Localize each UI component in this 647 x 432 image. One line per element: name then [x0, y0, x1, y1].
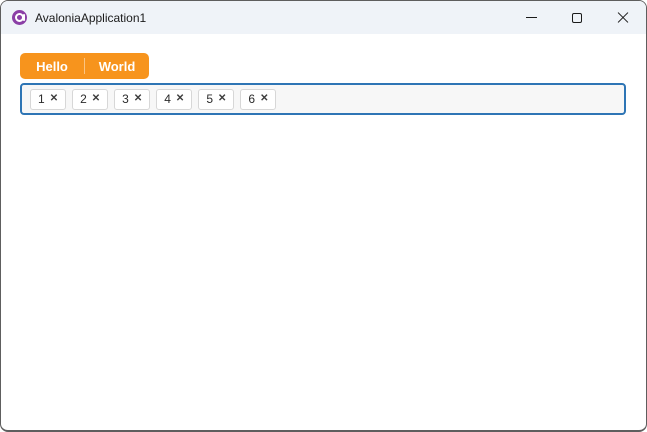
chip-remove-icon[interactable]: ✕ [218, 94, 226, 104]
tag-chip[interactable]: 5 ✕ [198, 88, 235, 110]
minimize-icon [525, 17, 537, 18]
tag-chip-label: 6 [248, 92, 256, 106]
chip-remove-icon[interactable]: ✕ [260, 94, 268, 104]
caption-buttons [508, 1, 646, 34]
tag-input-box[interactable]: 1 ✕ 2 ✕ 3 ✕ 4 ✕ 5 ✕ 6 ✕ [20, 83, 626, 115]
tag-chip-label: 1 [38, 92, 45, 106]
chip-remove-icon[interactable]: ✕ [134, 94, 142, 104]
hello-button[interactable]: Hello [20, 53, 84, 79]
title-bar: AvaloniaApplication1 [1, 1, 646, 34]
tag-chip-label: 5 [206, 92, 213, 106]
world-button[interactable]: World [85, 53, 149, 79]
maximize-icon [572, 12, 582, 23]
maximize-button[interactable] [554, 1, 600, 34]
tag-chip[interactable]: 2 ✕ [72, 88, 109, 110]
chip-remove-icon[interactable]: ✕ [92, 94, 100, 104]
tag-chip[interactable]: 4 ✕ [156, 88, 193, 110]
app-window: AvaloniaApplication1 Hello World 1 ✕ 2 ✕… [0, 0, 647, 432]
close-icon [617, 12, 629, 24]
chip-remove-icon[interactable]: ✕ [176, 94, 184, 104]
window-content: Hello World 1 ✕ 2 ✕ 3 ✕ 4 ✕ 5 ✕ 6 ✕ [1, 34, 646, 115]
tag-chip[interactable]: 6 ✕ [240, 88, 277, 110]
tag-chip[interactable]: 3 ✕ [114, 88, 151, 110]
close-button[interactable] [600, 1, 646, 34]
chip-remove-icon[interactable]: ✕ [50, 94, 58, 104]
avalonia-logo-icon [12, 10, 27, 25]
tag-chip-label: 3 [122, 92, 129, 106]
hello-world-split-button: Hello World [20, 53, 149, 79]
tag-chip-label: 2 [80, 92, 87, 106]
tag-chip[interactable]: 1 ✕ [30, 88, 67, 110]
window-title: AvaloniaApplication1 [35, 10, 147, 25]
minimize-button[interactable] [508, 1, 554, 34]
tag-chip-label: 4 [164, 92, 171, 106]
